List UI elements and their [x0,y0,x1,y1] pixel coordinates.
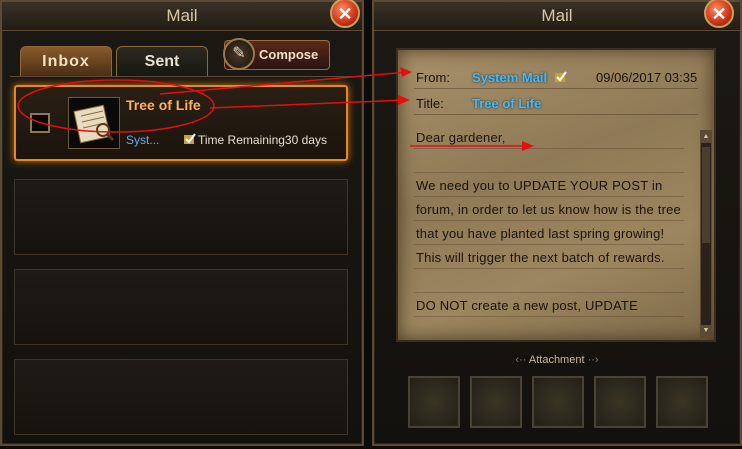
verified-check-icon [554,71,567,82]
quill-icon: ✎ [223,38,255,70]
reader-panel-title: Mail [374,2,740,31]
panel-title-text: Mail [541,6,573,25]
mail-date: 09/06/2017 03:35 [596,70,698,85]
empty-mail-slot [14,179,348,255]
mail-time-remaining: Time Remaining30 days [184,133,327,147]
compose-label: Compose [259,47,319,62]
mail-body-scrollbar[interactable]: ▲ ▼ [700,130,712,338]
attachment-slot[interactable] [532,376,584,428]
title-value: Tree of Life [472,96,542,111]
attachment-label: ‹·· Attachment ··› [515,354,599,366]
tab-sent[interactable]: Sent [116,46,208,76]
attachment-slot[interactable] [408,376,460,428]
mail-subject: Tree of Life [126,97,201,113]
tab-inbox[interactable]: Inbox [20,46,112,76]
mail-list-item[interactable]: Tree of Life Syst... Time Remaining30 da… [14,85,348,161]
inbox-panel-title: Mail [2,2,362,31]
title-label: Title: [416,96,444,111]
compose-button[interactable]: ✎ Compose [223,38,330,70]
empty-mail-slot [14,269,348,345]
time-remaining-value: 30 days [284,133,327,147]
scroll-letter-icon [68,97,120,149]
from-value[interactable]: System Mail [472,70,569,85]
mail-reader-panel: Mail ✕ From: System Mail 09/06/2017 03:3… [372,0,742,446]
scroll-up-icon[interactable]: ▲ [701,131,711,143]
scrollbar-thumb[interactable] [702,147,710,243]
mail-body-text: Dear gardener, We need you to UPDATE YOU… [416,130,681,313]
mail-sender: Syst... [126,133,160,147]
attachment-slot[interactable] [656,376,708,428]
mail-select-checkbox[interactable] [30,113,50,133]
mail-list: Tree of Life Syst... Time Remaining30 da… [10,76,354,449]
divider [414,114,698,115]
scroll-down-icon[interactable]: ▼ [701,325,711,337]
empty-mail-slot [14,359,348,435]
inbox-panel: Mail ✕ Inbox Sent ✎ Compose Tree of Life… [0,0,364,446]
from-label: From: [416,70,450,85]
mail-content: From: System Mail 09/06/2017 03:35 Title… [396,48,716,342]
time-remaining-label: Time Remaining [198,133,285,147]
attachment-slot[interactable] [594,376,646,428]
attachment-slot[interactable] [470,376,522,428]
divider [414,88,698,89]
verified-check-icon [184,133,196,144]
panel-title-text: Mail [166,6,198,25]
